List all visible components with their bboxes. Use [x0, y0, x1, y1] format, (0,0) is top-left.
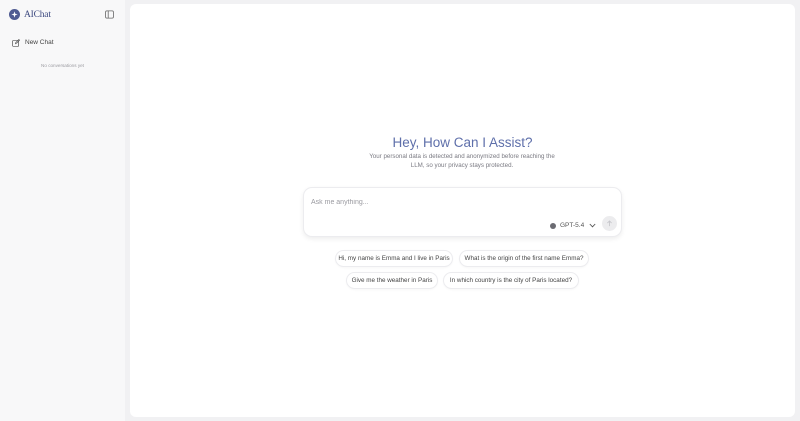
- suggestion-chip[interactable]: In which country is the city of Paris lo…: [443, 272, 579, 289]
- sparkle-logo-icon: [9, 9, 20, 20]
- privacy-subtitle: Your personal data is detected and anony…: [369, 153, 555, 169]
- sidebar: AIChat New Chat No conversations yet: [0, 0, 125, 421]
- page-title: Hey, How Can I Assist?: [392, 135, 533, 150]
- main-panel: Hey, How Can I Assist? Your personal dat…: [130, 4, 795, 417]
- arrow-up-icon: [607, 220, 612, 227]
- suggestion-chip[interactable]: What is the origin of the first name Emm…: [459, 250, 589, 267]
- edit-icon: [12, 38, 20, 47]
- message-composer: GPT-5.4: [303, 187, 622, 237]
- send-button[interactable]: [602, 216, 617, 231]
- brand-name: AIChat: [24, 9, 51, 20]
- circle-dot-icon: [550, 222, 556, 229]
- suggestion-chip[interactable]: Give me the weather in Paris: [346, 272, 438, 289]
- new-chat-label: New Chat: [25, 39, 54, 46]
- suggestion-chip[interactable]: Hi, my name is Emma and I live in Paris: [335, 250, 453, 267]
- empty-conversations-text: No conversations yet: [41, 63, 84, 68]
- model-selector[interactable]: GPT-5.4: [550, 221, 596, 230]
- message-input[interactable]: [311, 197, 561, 208]
- brand[interactable]: AIChat: [9, 9, 51, 20]
- chevron-down-icon: [589, 223, 596, 228]
- new-chat-button[interactable]: New Chat: [12, 37, 112, 48]
- sidebar-toggle-icon[interactable]: [105, 10, 114, 19]
- model-label: GPT-5.4: [560, 222, 585, 229]
